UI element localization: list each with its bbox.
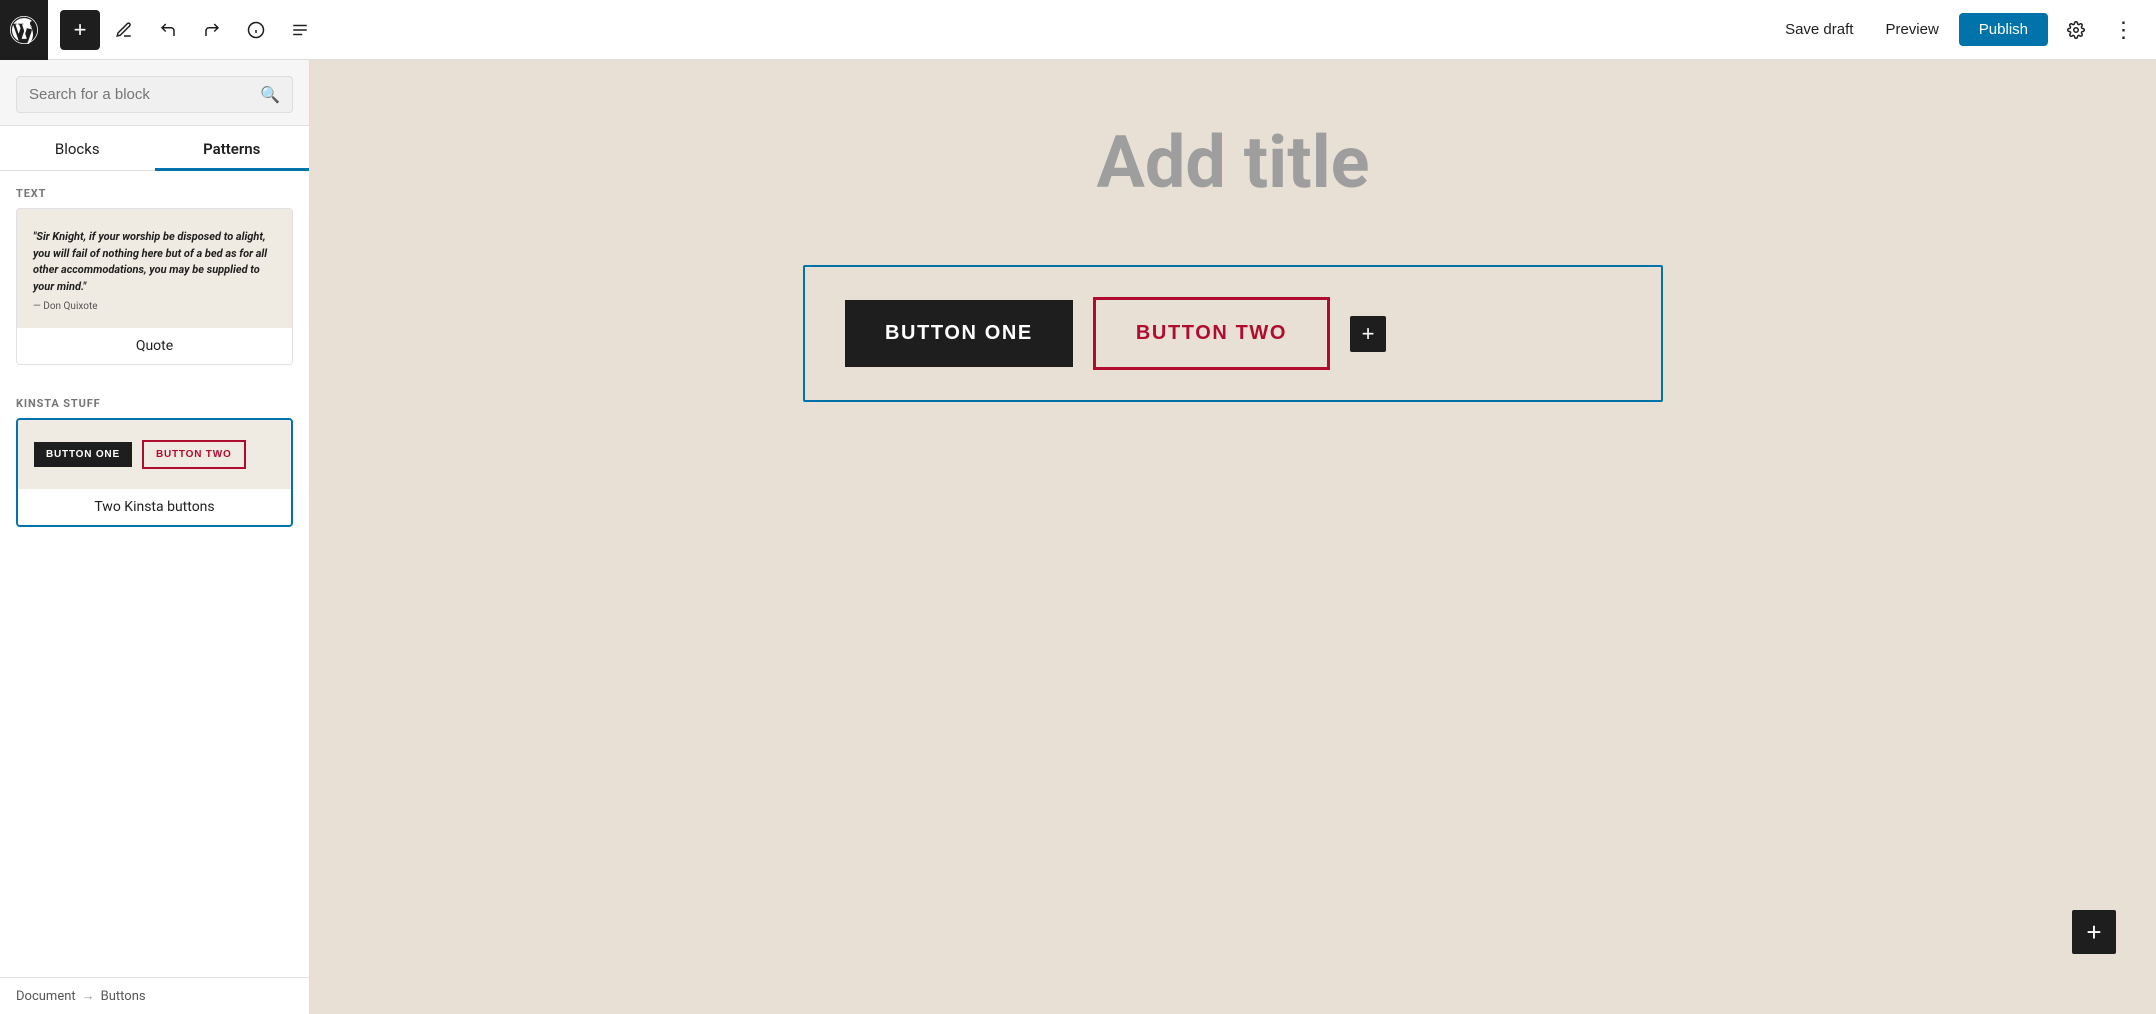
- info-icon: [247, 21, 265, 39]
- settings-button[interactable]: [2056, 10, 2096, 50]
- tab-blocks[interactable]: Blocks: [0, 126, 155, 170]
- section-label-kinsta: KINSTA STUFF: [0, 381, 309, 418]
- button-two[interactable]: BUTTON TWO: [1093, 297, 1330, 370]
- add-inline-block-button[interactable]: +: [1350, 316, 1386, 352]
- list-icon: [291, 21, 309, 39]
- section-label-text: TEXT: [0, 171, 309, 208]
- gear-icon: [2067, 21, 2085, 39]
- toolbar-right: Save draft Preview Publish ⋮: [1773, 10, 2144, 50]
- redo-button[interactable]: [192, 10, 232, 50]
- undo-button[interactable]: [148, 10, 188, 50]
- wordpress-icon: [10, 16, 38, 44]
- toolbar: + Save draft Preview Publish: [0, 0, 2156, 60]
- tab-patterns[interactable]: Patterns: [155, 126, 310, 170]
- breadcrumb-separator: →: [82, 988, 95, 1004]
- plus-inline-icon: +: [1362, 321, 1375, 347]
- buttons-block: BUTTON ONE BUTTON TWO +: [803, 265, 1663, 402]
- save-draft-button[interactable]: Save draft: [1773, 13, 1865, 46]
- preview-button-two: BUTTON TWO: [142, 440, 246, 469]
- plus-floating-icon: +: [2086, 917, 2101, 948]
- list-view-button[interactable]: [280, 10, 320, 50]
- search-wrap: 🔍: [16, 76, 293, 113]
- quote-label: Quote: [17, 328, 292, 364]
- quote-pattern-card[interactable]: "Sir Knight, if your worship be disposed…: [16, 208, 293, 365]
- add-block-button[interactable]: +: [60, 10, 100, 50]
- preview-button-one: BUTTON ONE: [34, 442, 132, 467]
- search-area: 🔍: [0, 60, 309, 126]
- undo-icon: [159, 21, 177, 39]
- kinsta-preview-area: BUTTON ONE BUTTON TWO: [18, 420, 291, 489]
- search-input[interactable]: [29, 86, 260, 103]
- edit-icon: [115, 21, 133, 39]
- tabs-row: Blocks Patterns: [0, 126, 309, 171]
- preview-button[interactable]: Preview: [1873, 13, 1950, 46]
- quote-cite: — Don Quixote: [33, 301, 276, 312]
- kinsta-buttons-label: Two Kinsta buttons: [18, 489, 291, 525]
- ellipsis-icon: ⋮: [2113, 17, 2136, 43]
- info-button[interactable]: [236, 10, 276, 50]
- wp-logo: [0, 0, 48, 60]
- button-one[interactable]: BUTTON ONE: [845, 300, 1073, 367]
- quote-text: "Sir Knight, if your worship be disposed…: [33, 229, 276, 295]
- page-title-placeholder[interactable]: Add title: [330, 120, 2136, 205]
- main-area: 🔍 Blocks Patterns TEXT "Sir Knight, if y…: [0, 60, 2156, 1014]
- more-options-button[interactable]: ⋮: [2104, 10, 2144, 50]
- redo-icon: [203, 21, 221, 39]
- breadcrumb: Document → Buttons: [0, 977, 309, 1014]
- kinsta-buttons-pattern-card[interactable]: BUTTON ONE BUTTON TWO Two Kinsta buttons: [16, 418, 293, 527]
- quote-preview-area: "Sir Knight, if your worship be disposed…: [17, 209, 292, 328]
- content-area: Add title BUTTON ONE BUTTON TWO + +: [310, 60, 2156, 1014]
- breadcrumb-item-document[interactable]: Document: [16, 989, 76, 1004]
- publish-button[interactable]: Publish: [1959, 13, 2048, 46]
- add-floating-block-button[interactable]: +: [2072, 910, 2116, 954]
- plus-icon: +: [74, 17, 87, 43]
- edit-button[interactable]: [104, 10, 144, 50]
- search-icon: 🔍: [260, 85, 280, 104]
- breadcrumb-item-buttons[interactable]: Buttons: [101, 989, 146, 1004]
- sidebar: 🔍 Blocks Patterns TEXT "Sir Knight, if y…: [0, 60, 310, 1014]
